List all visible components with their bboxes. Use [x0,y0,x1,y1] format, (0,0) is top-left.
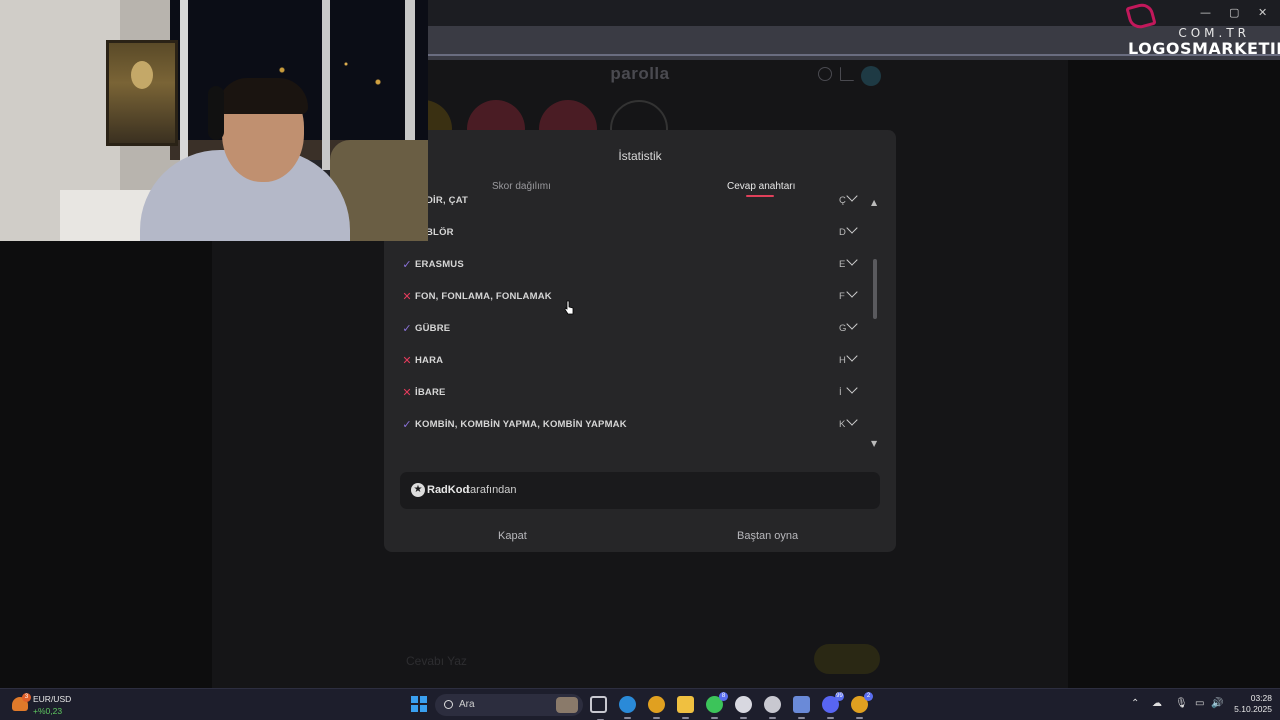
minimize-button[interactable]: — [1200,6,1211,19]
answer-letter: E [839,259,846,270]
chevron-down-icon[interactable] [846,350,858,362]
close-button[interactable]: Kapat [498,530,527,542]
check-icon: ✓ [402,258,412,271]
search-placeholder: Ara [459,699,475,710]
taskbar-search[interactable]: Ara [435,694,583,716]
file-explorer-icon[interactable] [677,696,694,719]
answer-text: GÜBRE [415,323,451,334]
search-icon [444,700,453,709]
windows-taskbar: 3 EUR/USD +%0,23 Ara 8 99 2 ⌃ ☁ 🎙 ▭ 🔊 03:2… [0,688,1280,720]
wall-painting [106,40,178,146]
answer-letter: K [839,419,846,430]
restart-button[interactable]: Baştan oyna [737,530,798,542]
chrome-active-icon[interactable]: 2 [851,692,873,719]
currency-change: +%0,23 [33,706,63,716]
app-icon[interactable] [793,696,810,719]
star-icon: ★ [411,483,425,497]
chevron-down-icon[interactable] [846,318,858,330]
chevron-down-icon[interactable] [846,414,858,426]
answer-input[interactable]: Cevabı Yaz [396,648,884,674]
statistics-modal: İstatistik Skor dağılımı Cevap anahtarı … [384,130,896,552]
webcam-overlay [0,0,428,241]
maximize-button[interactable]: ▢ [1229,6,1239,19]
game-title: parolla [610,64,670,83]
answer-letter: H [839,355,846,366]
currency-pair: EUR/USD [33,694,72,704]
chevron-down-icon[interactable] [846,192,858,202]
answer-key-list[interactable]: DİR, ÇAT Ç BLÖR D ✓ ERASMUS E ✕ FON, FONLAMA, FO… [384,192,896,450]
edge-icon[interactable] [619,696,636,719]
close-window-button[interactable]: ✕ [1258,6,1267,19]
answer-row[interactable]: ✓ GÜBRE G [384,314,874,346]
answer-text: FON, FONLAMA, FONLAMAK [415,291,552,302]
stream-overlay-logo: COM.TR LOGOSMARKETIM [1125,1,1280,58]
cross-icon: ✕ [402,386,412,399]
chevron-down-icon[interactable] [846,254,858,266]
answer-letter: F [839,291,845,302]
answer-row[interactable]: ✕ HARA H [384,346,874,378]
submit-answer-button[interactable] [814,644,880,674]
clock-date: 5.10.2025 [1234,704,1272,714]
author-suffix: tarafından [467,484,517,496]
answer-text: DİR, ÇAT [426,195,469,206]
answer-letter: İ [839,387,842,398]
chrome-icon[interactable] [648,696,665,719]
discord-icon[interactable]: 99 [822,692,844,719]
logo-domain: COM.TR [1178,26,1250,40]
logo-name: LOGOSMARKETIM [1128,39,1280,58]
answer-text: BLÖR [426,227,454,238]
scrollbar-thumb[interactable] [873,259,877,319]
answer-row[interactable]: DİR, ÇAT Ç [384,192,874,218]
hand-cursor-icon [564,300,574,315]
system-clock[interactable]: 03:28 5.10.2025 [1226,693,1272,715]
answer-text: HARA [415,355,444,366]
stats-icon[interactable] [840,67,854,81]
scroll-down-icon[interactable]: ▼ [871,439,877,448]
answer-letter: G [839,323,847,334]
cross-icon: ✕ [402,354,412,367]
chevron-down-icon[interactable] [846,286,858,298]
answer-row[interactable]: ✓ ERASMUS E [384,250,874,282]
clock-time: 03:28 [1250,693,1272,703]
answer-text: KOMBİN, KOMBİN YAPMA, KOMBİN YAPMAK [415,419,627,430]
whatsapp-icon[interactable]: 8 [706,692,728,719]
steam-icon[interactable] [735,696,752,719]
avatar-icon[interactable] [861,66,881,86]
answer-text: ERASMUS [415,259,464,270]
scrollbar[interactable] [872,200,878,450]
answer-row[interactable]: ✕ İBARE İ [384,378,874,410]
notification-badge: 99 [835,692,844,701]
check-icon: ✓ [402,322,412,335]
tab-answer-key[interactable]: Cevap anahtarı [727,181,795,192]
check-icon: ✓ [402,418,412,431]
author-box: ★ RadKod tarafından [400,472,880,509]
task-view-icon[interactable] [590,696,607,720]
answer-letter: D [839,227,846,238]
volume-icon[interactable]: 🔊 [1211,698,1223,709]
scroll-up-icon[interactable]: ▲ [871,198,877,207]
notification-badge: 8 [719,692,728,701]
answer-text: İBARE [415,387,446,398]
author-name[interactable]: RadKod [427,484,469,496]
tray-overflow-icon[interactable]: ⌃ [1131,698,1139,709]
widget-badge: 3 [22,693,31,702]
cloud-icon[interactable]: ☁ [1152,698,1162,709]
answer-letter: Ç [839,195,846,206]
answer-row[interactable]: ✓ KOMBİN, KOMBİN YAPMA, KOMBİN YAPMAK K [384,410,874,442]
obs-icon[interactable] [764,696,781,719]
answer-row[interactable]: BLÖR D [384,218,874,250]
headset [208,86,224,140]
tab-score-distribution[interactable]: Skor dağılımı [492,181,551,192]
chevron-down-icon[interactable] [846,222,858,234]
search-highlight-image [556,697,578,713]
answer-row[interactable]: ✕ FON, FONLAMA, FONLAMAK F [384,282,874,314]
chevron-down-icon[interactable] [846,382,858,394]
modal-title: İstatistik [618,149,662,163]
cross-icon: ✕ [402,290,412,303]
display-icon[interactable]: ▭ [1195,698,1204,709]
start-button[interactable] [411,696,427,712]
notification-badge: 2 [864,692,873,701]
info-icon[interactable] [818,67,832,81]
microphone-icon[interactable]: 🎙 [1175,698,1188,709]
